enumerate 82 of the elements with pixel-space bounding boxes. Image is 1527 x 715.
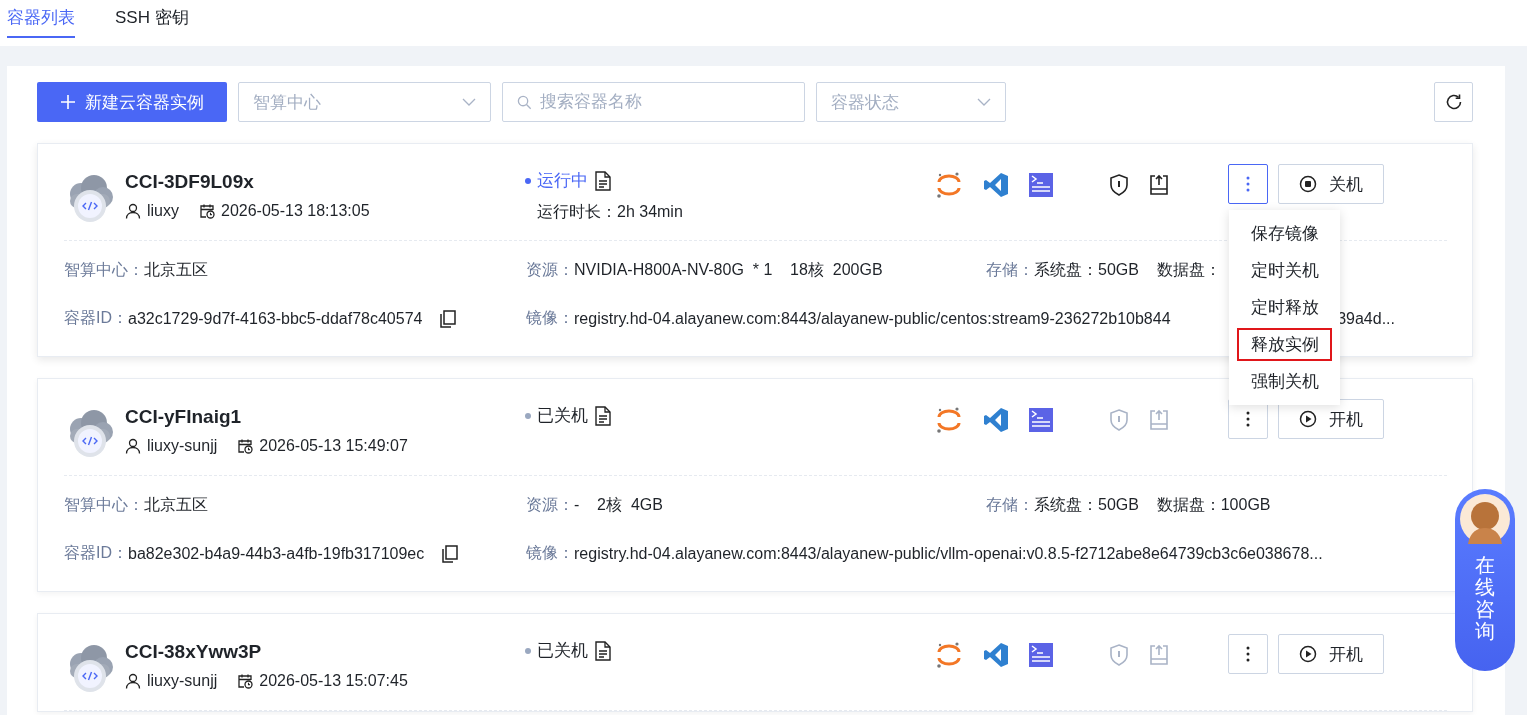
status-text: 已关机: [537, 640, 588, 662]
status-text: 已关机: [537, 405, 588, 427]
play-icon: [1299, 645, 1317, 663]
status-text: 运行中: [537, 170, 588, 192]
power-button[interactable]: 开机: [1278, 634, 1384, 674]
jupyter-icon[interactable]: [935, 406, 963, 434]
chevron-down-icon: [462, 98, 476, 106]
copy-icon[interactable]: [440, 309, 457, 328]
field-value: 39a4d...: [1337, 309, 1395, 328]
calendar-clock-icon: [199, 203, 215, 219]
more-button[interactable]: [1228, 164, 1268, 204]
menu-item[interactable]: 保存镜像: [1229, 215, 1340, 252]
jupyter-icon[interactable]: [935, 171, 963, 199]
shield-icon[interactable]: [1109, 174, 1129, 196]
tab[interactable]: 容器列表: [7, 0, 75, 38]
copy-icon[interactable]: [442, 544, 459, 563]
menu-item[interactable]: 释放实例: [1237, 328, 1332, 361]
play-icon: [1299, 410, 1317, 428]
chevron-down-icon: [977, 98, 991, 106]
field-label: 智算中心：: [64, 260, 144, 280]
created-time: 2026-05-13 18:13:05: [221, 202, 370, 220]
field-label: 镜像：: [526, 308, 574, 328]
created-time: 2026-05-13 15:07:45: [259, 672, 408, 690]
field-value: 北京五区: [144, 260, 208, 280]
field-value: - 2核 4GB: [574, 495, 663, 515]
code-editor-icon[interactable]: [983, 172, 1009, 198]
field-value: a32c1729-9d7f-4163-bbc5-ddaf78c40574: [128, 309, 423, 328]
container-name: CCI-38xYww3P: [125, 641, 263, 663]
user-name: liuxy-sunjj: [147, 672, 218, 690]
container-name: CCI-yFInaig1: [125, 406, 243, 428]
terminal-icon[interactable]: [1029, 643, 1053, 667]
field-value: ba82e302-b4a9-44b3-a4fb-19fb317109ec: [128, 544, 425, 563]
field-value: registry.hd-04.alayanew.com:8443/alayanew-public/centos:stream9-236272b10b844: [574, 309, 1171, 328]
more-icon: [1246, 176, 1250, 192]
user-name: liuxy-sunjj: [147, 437, 218, 455]
field-value: registry.hd-04.alayanew.com:8443/alayanew-public/vllm-openai:v0.8.5-f2712abe8e64739cb3c6e038678...: [574, 544, 1323, 563]
field-label: 镜像：: [526, 543, 574, 563]
field-label: 智算中心：: [64, 495, 144, 515]
field-label: 存储：: [986, 495, 1034, 515]
tab[interactable]: SSH 密钥: [115, 0, 189, 38]
document-icon[interactable]: [594, 170, 612, 191]
field-value: 北京五区: [144, 495, 208, 515]
terminal-icon[interactable]: [1029, 173, 1053, 197]
container-name: CCI-3DF9L09x: [125, 171, 255, 193]
document-icon[interactable]: [594, 640, 612, 661]
field-label: 资源：: [526, 495, 574, 515]
user-name: liuxy: [147, 202, 179, 220]
terminal-icon[interactable]: [1029, 408, 1053, 432]
field-label: 资源：: [526, 260, 574, 280]
document-icon[interactable]: [594, 405, 612, 426]
user-icon: [125, 673, 141, 689]
more-icon: [1246, 646, 1250, 662]
field-value: 系统盘：50GB 数据盘：: [1034, 260, 1221, 280]
stop-icon: [1299, 175, 1317, 193]
create-instance-button[interactable]: 新建云容器实例: [37, 82, 227, 122]
power-button[interactable]: 关机: [1278, 164, 1384, 204]
calendar-clock-icon: [237, 673, 254, 689]
chat-label: 在线咨询: [1475, 554, 1495, 642]
plus-icon: [60, 95, 75, 109]
menu-item[interactable]: 强制关机: [1229, 363, 1340, 400]
field-label: 存储：: [986, 260, 1034, 280]
field-label: 容器ID：: [64, 308, 128, 328]
menu-item[interactable]: 定时关机: [1229, 252, 1340, 289]
refresh-button[interactable]: [1434, 82, 1473, 122]
avatar-icon: [1460, 494, 1510, 544]
created-time: 2026-05-13 15:49:07: [259, 437, 408, 455]
power-button[interactable]: 开机: [1278, 399, 1384, 439]
calendar-clock-icon: [237, 438, 254, 454]
more-icon: [1246, 411, 1250, 427]
search-field[interactable]: 搜索容器名称: [502, 82, 805, 122]
runtime-text: 运行时长：2h 34min: [536, 202, 684, 222]
chat-widget[interactable]: 在线咨询: [1455, 489, 1515, 671]
code-editor-icon[interactable]: [983, 642, 1009, 668]
jupyter-icon[interactable]: [935, 641, 963, 669]
search-icon: [517, 94, 532, 110]
code-editor-icon[interactable]: [983, 407, 1009, 433]
field-value: NVIDIA-H800A-NV-80G * 1 18核 200GB: [574, 260, 883, 280]
field-label: 容器ID：: [64, 543, 128, 563]
user-icon: [125, 438, 141, 454]
user-icon: [125, 203, 141, 219]
field-value: 系统盘：50GB 数据盘：100GB: [1034, 495, 1271, 515]
menu-item[interactable]: 定时释放: [1229, 289, 1340, 326]
